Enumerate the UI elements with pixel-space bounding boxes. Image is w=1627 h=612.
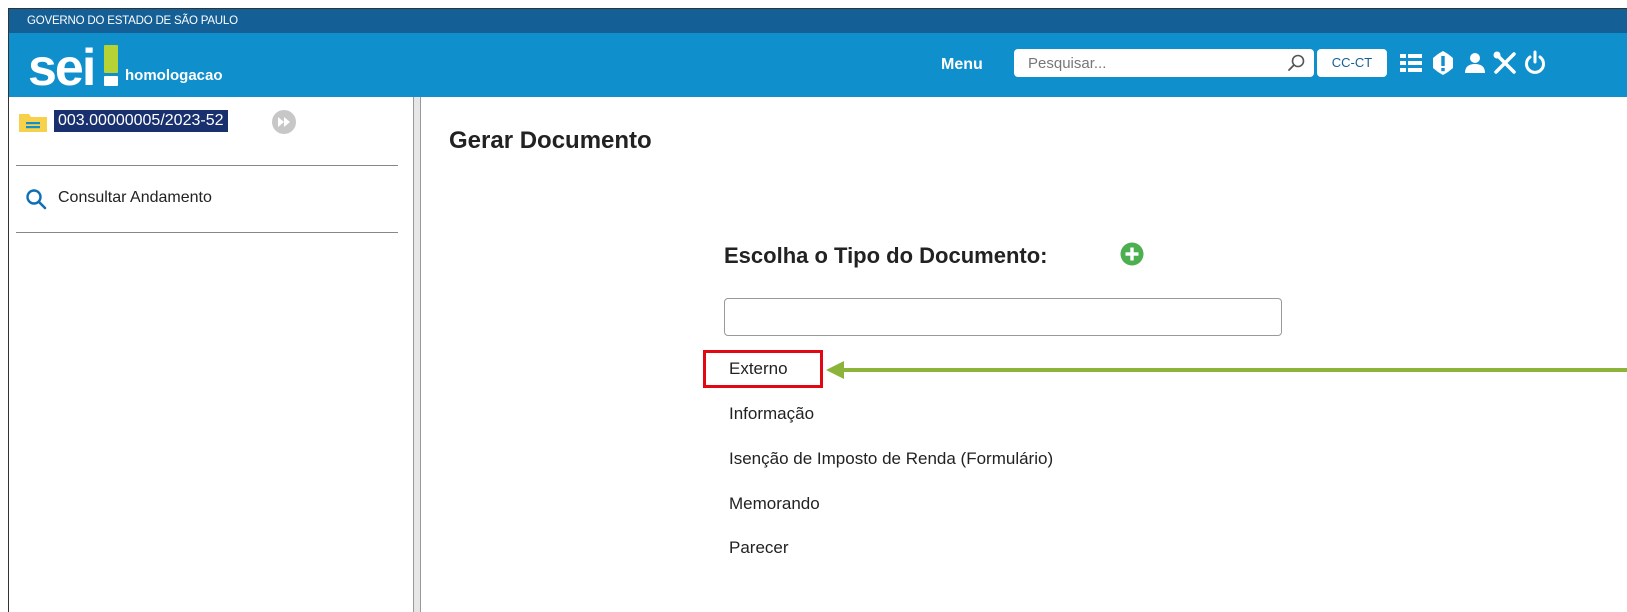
app-header: sei homologacao Menu CC-CT (9, 33, 1627, 97)
magnifier-icon (26, 189, 47, 210)
menu-link[interactable]: Menu (941, 56, 983, 74)
sei-logo[interactable]: sei (28, 39, 138, 91)
search-box (1014, 49, 1314, 77)
browser-frame: GOVERNO DO ESTADO DE SÃO PAULO sei homol… (8, 8, 1627, 612)
consultar-andamento-label: Consultar Andamento (58, 189, 212, 206)
tools-icon[interactable] (1491, 49, 1519, 77)
document-type-heading: Escolha o Tipo do Documento: (724, 243, 1048, 268)
environment-label: homologacao (125, 67, 223, 84)
process-number[interactable]: 003.00000005/2023-52 (54, 110, 228, 132)
search-input[interactable] (1014, 49, 1269, 77)
document-type-item-isencao[interactable]: Isenção de Imposto de Renda (Formulário) (729, 449, 1053, 469)
document-type-item-parecer[interactable]: Parecer (729, 538, 789, 558)
list-icon[interactable] (1397, 49, 1425, 77)
folder-icon[interactable] (18, 111, 48, 133)
search-icon[interactable] (1286, 53, 1306, 73)
svg-text:sei: sei (28, 39, 94, 91)
forward-icon[interactable] (271, 109, 297, 135)
government-bar: GOVERNO DO ESTADO DE SÃO PAULO (9, 9, 1627, 33)
user-icon[interactable] (1461, 49, 1489, 77)
power-icon[interactable] (1521, 49, 1549, 77)
annotation-arrow (826, 361, 1627, 379)
alert-icon[interactable] (1429, 49, 1457, 77)
panel-splitter[interactable] (413, 97, 421, 612)
sidebar-divider (16, 165, 398, 166)
main-content: Gerar Documento Escolha o Tipo do Docume… (421, 97, 1627, 612)
government-label: GOVERNO DO ESTADO DE SÃO PAULO (27, 15, 238, 27)
document-type-item-externo[interactable]: Externo (729, 359, 788, 379)
process-tree-panel: 003.00000005/2023-52 Consultar Andamento (9, 97, 413, 612)
page-title: Gerar Documento (449, 127, 652, 154)
document-type-filter-input[interactable] (724, 298, 1282, 336)
document-type-item-memorando[interactable]: Memorando (729, 494, 820, 514)
sidebar-divider (16, 232, 398, 233)
add-icon[interactable] (1120, 242, 1144, 266)
document-type-item-informacao[interactable]: Informação (729, 404, 814, 424)
unit-selector[interactable]: CC-CT (1317, 49, 1387, 77)
